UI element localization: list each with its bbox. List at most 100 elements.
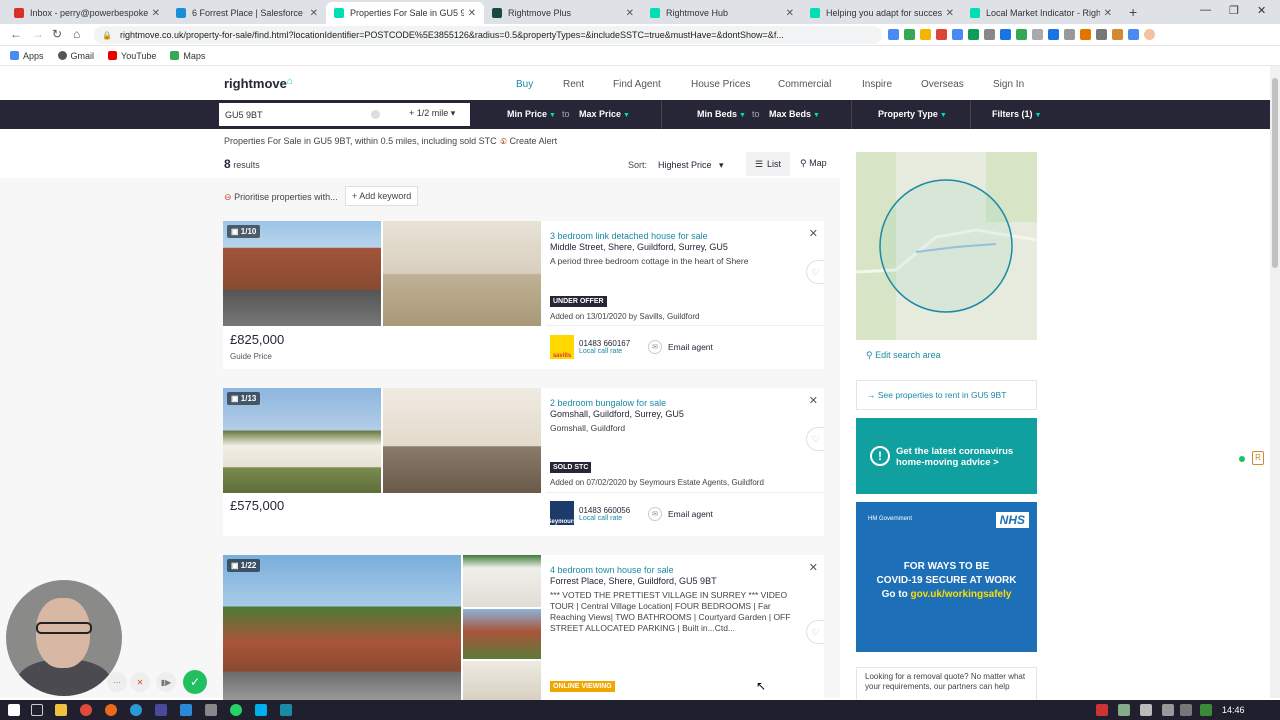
close-tab-icon[interactable]: ✕ xyxy=(1104,8,1112,19)
file-explorer-icon[interactable] xyxy=(55,704,67,716)
maximize-button[interactable]: ❐ xyxy=(1229,4,1239,17)
extension-icon[interactable] xyxy=(968,29,979,40)
hide-listing-icon[interactable]: ✕ xyxy=(809,227,818,240)
close-tab-icon[interactable]: ✕ xyxy=(468,8,476,19)
listing-title[interactable]: 3 bedroom link detached house for sale xyxy=(550,231,708,241)
new-tab-button[interactable]: + xyxy=(1129,4,1137,20)
clock[interactable]: 14:46 xyxy=(1222,705,1245,715)
hide-listing-icon[interactable]: ✕ xyxy=(809,394,818,407)
app-icon[interactable] xyxy=(205,704,217,716)
filters-button[interactable]: Filters (1) ▼ xyxy=(992,109,1041,119)
finish-recording-button[interactable]: ✓ xyxy=(183,670,207,694)
agent-phone[interactable]: 01483 660167 Local call rate xyxy=(579,339,630,355)
extension-icon[interactable] xyxy=(984,29,995,40)
tray-icon[interactable] xyxy=(1140,704,1152,716)
clear-location-icon[interactable] xyxy=(371,110,380,119)
nhs-ad-banner[interactable]: HM Government NHS FOR WAYS TO BE COVID-1… xyxy=(856,502,1037,652)
map-view-button[interactable]: ⚲ Map xyxy=(800,158,827,169)
nav-overseas[interactable]: Overseas xyxy=(921,79,964,90)
app-icon[interactable] xyxy=(180,704,192,716)
create-alert-button[interactable]: ⏲ Create Alert xyxy=(500,136,557,147)
sort-select[interactable]: Highest Price ▾ xyxy=(658,160,724,171)
tab-salesforce[interactable]: 6 Forrest Place | Salesforce ✕ xyxy=(168,2,326,24)
tray-icon[interactable] xyxy=(1096,704,1108,716)
nav-find-agent[interactable]: Find Agent xyxy=(613,79,661,90)
profile-avatar[interactable] xyxy=(1144,29,1155,40)
close-tab-icon[interactable]: ✕ xyxy=(626,8,634,19)
heart-icon[interactable]: ♡ xyxy=(806,427,824,451)
bookmark-maps[interactable]: Maps xyxy=(170,51,205,61)
tab-rightmove-search[interactable]: Properties For Sale in GU5 9 ✕ xyxy=(326,2,484,24)
search-icon[interactable] xyxy=(31,704,43,716)
back-icon[interactable]: ← xyxy=(10,27,22,41)
pause-recording-icon[interactable]: ▮▶ xyxy=(156,672,176,692)
home-icon[interactable]: ⌂ xyxy=(73,27,80,41)
teams-icon[interactable] xyxy=(155,704,167,716)
extension-icon[interactable] xyxy=(1048,29,1059,40)
bookmark-youtube[interactable]: YouTube xyxy=(108,51,156,61)
agent-phone[interactable]: 01483 660056 Local call rate xyxy=(579,506,630,522)
property-photo[interactable] xyxy=(463,555,541,607)
nav-rent[interactable]: Rent xyxy=(563,79,584,90)
edit-search-area-link[interactable]: ⚲ Edit search area xyxy=(866,350,941,361)
agent-logo[interactable]: Seymours xyxy=(548,501,577,525)
forward-icon[interactable]: → xyxy=(32,27,44,41)
extension-icon[interactable] xyxy=(1000,29,1011,40)
extension-icon[interactable] xyxy=(1080,29,1091,40)
email-agent-button[interactable]: ✉ Email agent xyxy=(648,340,713,354)
nav-commercial[interactable]: Commercial xyxy=(778,79,831,90)
reload-icon[interactable]: ↻ xyxy=(52,27,62,41)
close-tab-icon[interactable]: ✕ xyxy=(946,8,954,19)
min-price-select[interactable]: Min Price ▼ xyxy=(507,109,556,119)
extension-icon[interactable] xyxy=(888,29,899,40)
list-view-button[interactable]: ☰ List xyxy=(746,152,790,176)
nav-sign-in[interactable]: Sign In xyxy=(993,79,1024,90)
property-photo[interactable] xyxy=(463,609,541,659)
listing-title[interactable]: 2 bedroom bungalow for sale xyxy=(550,398,666,408)
extension-icon[interactable] xyxy=(1032,29,1043,40)
extension-icon[interactable] xyxy=(920,29,931,40)
email-agent-button[interactable]: ✉ Email agent xyxy=(648,507,713,521)
nav-house-prices[interactable]: House Prices xyxy=(691,79,750,90)
extension-icon[interactable] xyxy=(1096,29,1107,40)
max-beds-select[interactable]: Max Beds ▼ xyxy=(769,109,820,119)
url-bar[interactable]: 🔒 rightmove.co.uk/property-for-sale/find… xyxy=(94,26,882,44)
chrome-icon[interactable] xyxy=(80,704,92,716)
app-icon[interactable] xyxy=(130,704,142,716)
extension-icon[interactable] xyxy=(1128,29,1139,40)
nav-inspire[interactable]: Inspire xyxy=(862,79,892,90)
windows-start-icon[interactable] xyxy=(8,704,20,716)
add-keyword-button[interactable]: + Add keyword xyxy=(345,186,419,206)
tab-rightmove-hub[interactable]: Rightmove Hub ✕ xyxy=(642,2,802,24)
extension-icon[interactable] xyxy=(1016,29,1027,40)
close-tab-icon[interactable]: ✕ xyxy=(786,8,794,19)
extension-icon[interactable] xyxy=(936,29,947,40)
heart-icon[interactable]: ♡ xyxy=(806,260,824,284)
extension-icon[interactable] xyxy=(952,29,963,40)
property-photo[interactable] xyxy=(383,221,541,326)
tab-local-market[interactable]: Local Market Indicator - Rightmo✕ xyxy=(962,2,1120,24)
heart-icon[interactable]: ♡ xyxy=(806,620,824,644)
scrollbar-thumb[interactable] xyxy=(1272,78,1278,268)
min-beds-select[interactable]: Min Beds ▼ xyxy=(697,109,746,119)
nav-buy[interactable]: Buy xyxy=(516,79,533,90)
max-price-select[interactable]: Max Price ▼ xyxy=(579,109,630,119)
property-photo[interactable]: ▣ 1/22 xyxy=(223,555,461,700)
property-photo[interactable]: ▣ 1/10 xyxy=(223,221,381,326)
rightmove-logo[interactable]: rightmove⌂ xyxy=(224,76,293,91)
cancel-recording-icon[interactable]: ✕ xyxy=(130,672,150,692)
extension-icon[interactable] xyxy=(1112,29,1123,40)
close-window-button[interactable]: ✕ xyxy=(1257,4,1266,17)
minimize-button[interactable]: — xyxy=(1200,4,1211,16)
rent-link[interactable]: → See properties to rent in GU5 9BT xyxy=(856,380,1037,410)
firefox-icon[interactable] xyxy=(105,704,117,716)
extension-icon[interactable] xyxy=(1064,29,1075,40)
listing-title[interactable]: 4 bedroom town house for sale xyxy=(550,565,674,575)
volume-icon[interactable] xyxy=(1180,704,1192,716)
property-photo[interactable]: ▣ 1/13 xyxy=(223,388,381,493)
property-card[interactable]: ▣ 1/13 2 bedroom bungalow for sale Gomsh… xyxy=(223,388,824,536)
tray-icon[interactable] xyxy=(1118,704,1130,716)
bookmark-apps[interactable]: Apps xyxy=(10,51,44,61)
bookmark-gmail[interactable]: Gmail xyxy=(57,51,94,61)
more-icon[interactable]: ⋯ xyxy=(107,672,127,692)
